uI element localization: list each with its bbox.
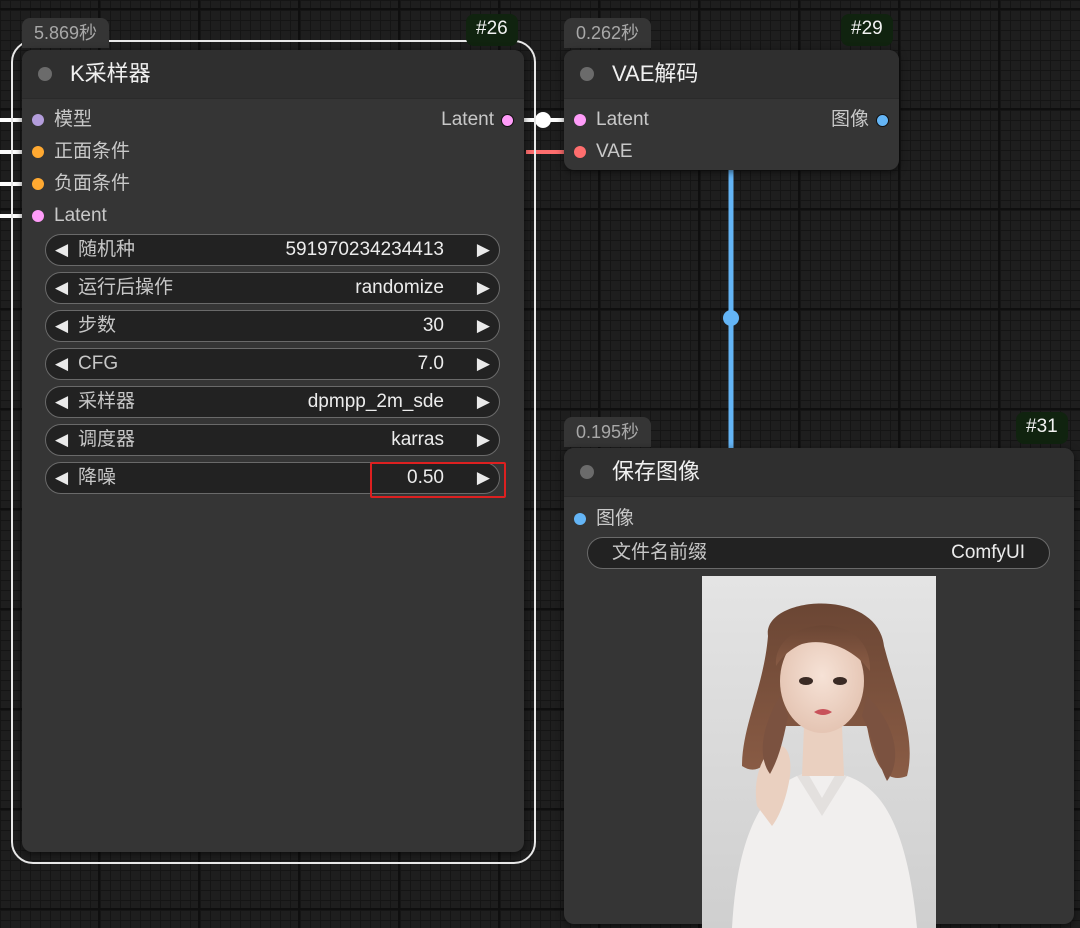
input-label: 负面条件 [54,173,131,194]
widget-value[interactable]: randomize [355,276,444,300]
increment-arrow-icon[interactable]: ▶ [477,239,490,261]
link-reroute-dot [535,112,551,128]
output-image[interactable]: 图像 [831,108,893,132]
input-image[interactable]: 图像 [572,507,634,531]
increment-arrow-icon[interactable]: ▶ [477,429,490,451]
input-negative[interactable]: 负面条件 [30,172,130,196]
widget-value[interactable]: 591970234234413 [285,238,444,262]
slot-dot-icon[interactable] [32,210,44,222]
input-label: Latent [54,205,107,226]
decrement-arrow-icon[interactable]: ◀ [55,467,68,489]
decrement-arrow-icon[interactable]: ◀ [55,277,68,299]
widget-scheduler[interactable]: ◀ 调度器 karras ▶ [45,424,500,456]
input-label: 模型 [54,109,93,130]
increment-arrow-icon[interactable]: ▶ [477,353,490,375]
widget-label: 调度器 [78,429,136,450]
decrement-arrow-icon[interactable]: ◀ [55,353,68,375]
decrement-arrow-icon[interactable]: ◀ [55,429,68,451]
input-vae[interactable]: VAE [572,140,633,164]
decrement-arrow-icon[interactable]: ◀ [55,391,68,413]
ksampler-title: K采样器 [70,61,151,86]
vae-decode-id-badge: #29 [841,14,893,46]
widget-value[interactable]: 30 [423,314,444,338]
vae-decode-node[interactable]: VAE解码 Latent VAE 图像 [564,50,899,170]
decrement-arrow-icon[interactable]: ◀ [55,239,68,261]
save-image-title: 保存图像 [612,459,701,484]
output-latent[interactable]: Latent [441,108,518,132]
input-latent[interactable]: Latent [30,204,107,228]
widget-label: 步数 [78,315,117,336]
link-image-midpoint [723,310,739,326]
slot-dot-icon[interactable] [32,178,44,190]
widget-label: 采样器 [78,391,136,412]
portrait-image [702,576,936,928]
widget-steps[interactable]: ◀ 步数 30 ▶ [45,310,500,342]
vae-decode-title: VAE解码 [612,61,699,86]
image-preview[interactable] [702,576,936,928]
output-label: 图像 [830,109,869,130]
collapse-dot-icon[interactable] [580,67,594,81]
collapse-dot-icon[interactable] [580,465,594,479]
input-model[interactable]: 模型 [30,108,92,132]
input-label: Latent [596,109,649,130]
slot-dot-icon[interactable] [32,146,44,158]
ksampler-title-bar[interactable]: K采样器 [22,50,524,99]
slot-dot-icon[interactable] [501,114,514,127]
save-image-node[interactable]: 保存图像 图像 文件名前缀 ComfyUI [564,448,1074,928]
ksampler-node[interactable]: K采样器 模型 正面条件 负面条件 Latent Latent ◀ 随机种 59… [22,50,524,852]
save-image-title-bar[interactable]: 保存图像 [564,448,1074,497]
denoise-highlight-box [370,462,506,498]
save-image-time-badge: 0.195秒 [564,417,652,447]
input-label: VAE [596,141,633,162]
widget-label: 运行后操作 [78,277,174,298]
input-label: 图像 [596,508,635,529]
increment-arrow-icon[interactable]: ▶ [477,315,490,337]
save-image-id-badge: #31 [1016,412,1068,444]
output-label: Latent [441,109,494,130]
input-latent[interactable]: Latent [572,108,649,132]
vae-decode-title-bar[interactable]: VAE解码 [564,50,899,99]
widget-label: 降噪 [78,467,117,488]
slot-dot-icon[interactable] [574,114,586,126]
widget-value[interactable]: karras [391,428,444,452]
increment-arrow-icon[interactable]: ▶ [477,391,490,413]
widget-value[interactable]: 7.0 [418,352,444,376]
slot-dot-icon[interactable] [876,114,889,127]
increment-arrow-icon[interactable]: ▶ [477,277,490,299]
widget-label: CFG [78,353,119,374]
vae-decode-time-badge: 0.262秒 [564,18,652,48]
collapse-dot-icon[interactable] [38,67,52,81]
input-label: 正面条件 [54,141,131,162]
input-positive[interactable]: 正面条件 [30,140,130,164]
widget-filename-prefix[interactable]: 文件名前缀 ComfyUI [587,537,1050,569]
widget-control-after-generate[interactable]: ◀ 运行后操作 randomize ▶ [45,272,500,304]
widget-label: 文件名前缀 [612,542,708,563]
widget-value[interactable]: dpmpp_2m_sde [308,390,444,414]
slot-dot-icon[interactable] [574,513,586,525]
decrement-arrow-icon[interactable]: ◀ [55,315,68,337]
widget-seed[interactable]: ◀ 随机种 591970234234413 ▶ [45,234,500,266]
widget-sampler[interactable]: ◀ 采样器 dpmpp_2m_sde ▶ [45,386,500,418]
slot-dot-icon[interactable] [32,114,44,126]
ksampler-time-badge: 5.869秒 [22,18,110,48]
node-graph-canvas[interactable]: 5.869秒 #26 K采样器 模型 正面条件 负面条件 Latent Late… [0,0,1080,928]
widget-value[interactable]: ComfyUI [951,541,1025,565]
slot-dot-icon[interactable] [574,146,586,158]
widget-label: 随机种 [78,239,136,260]
ksampler-id-badge: #26 [466,14,518,46]
widget-cfg[interactable]: ◀ CFG 7.0 ▶ [45,348,500,380]
